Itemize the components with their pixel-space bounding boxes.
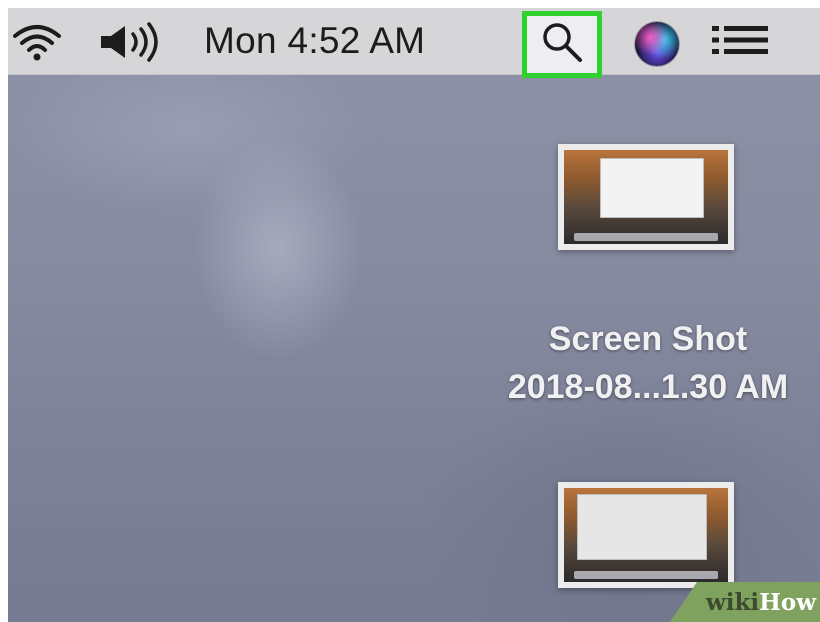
menu-bar: Mon 4:52 AM (8, 8, 820, 78)
thumbnail-dock (573, 571, 719, 579)
file-name-line1[interactable]: Screen Shot (478, 316, 818, 362)
thumbnail-dock (573, 233, 719, 241)
screenshot-thumbnail[interactable] (558, 144, 734, 250)
wikihow-watermark: wiki How (670, 582, 820, 622)
search-icon (540, 20, 584, 69)
siri-button[interactable] (634, 21, 680, 67)
menu-bar-clock[interactable]: Mon 4:52 AM (204, 18, 425, 64)
thumbnail-image (564, 488, 728, 582)
watermark-how: How (759, 588, 816, 616)
desktop: Mon 4:52 AM Screen Shot 2018-08...1.30 A… (8, 8, 820, 622)
spotlight-button[interactable] (522, 11, 602, 78)
notification-center-button[interactable] (708, 24, 772, 60)
wifi-icon[interactable] (8, 20, 66, 64)
watermark-wiki: wiki (705, 588, 760, 616)
screenshot-thumbnail[interactable] (558, 482, 734, 588)
thumbnail-image (564, 150, 728, 244)
thumbnail-window (577, 493, 708, 560)
file-name-line2[interactable]: 2018-08...1.30 AM (478, 364, 818, 410)
volume-icon[interactable] (96, 22, 168, 62)
list-icon (710, 23, 770, 62)
thumbnail-window (600, 157, 704, 218)
siri-icon (635, 22, 679, 66)
